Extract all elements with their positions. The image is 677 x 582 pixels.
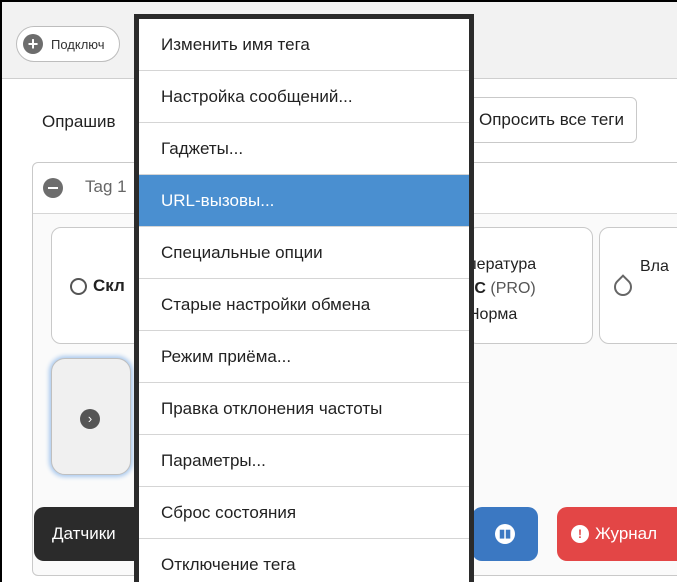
connect-label: Подключ [51,36,105,52]
temp-reading: °C (PRO) [468,280,536,298]
menu-item[interactable]: Режим приёма... [139,331,469,383]
temp-status: Норма [468,306,518,323]
card-humidity-label: Вла [640,258,669,275]
app-frame: + Подключ Опрашив ↻ Опросить все теги Ta… [0,0,677,582]
menu-item[interactable]: Правка отклонения частоты [139,383,469,435]
poll-all-label: Опросить все теги [479,110,624,129]
connect-button[interactable]: + Подключ [16,26,120,62]
chevron-right-icon: › [80,409,100,429]
poll-label: Опрашив [42,112,116,131]
menu-item[interactable]: Специальные опции [139,227,469,279]
menu-item[interactable]: Изменить имя тега [139,19,469,71]
card-storage-label: Скл [93,276,125,295]
menu-item[interactable]: Настройка сообщений... [139,71,469,123]
bar-chart-icon: ▮▮ [495,524,515,544]
tag-card-temperature[interactable]: пература °C (PRO) Норма [467,227,593,344]
menu-item[interactable]: Сброс состояния [139,487,469,539]
menu-item[interactable]: URL-вызовы... [139,175,469,227]
bubble-icon [70,277,87,295]
tag-title: Tag 1 [85,177,127,196]
chart-button[interactable]: ▮▮ [472,507,538,561]
temp-pro: (PRO) [490,280,536,297]
context-menu: Изменить имя тега Настройка сообщений... Г… [134,14,474,582]
journal-button[interactable]: ! Журнал [557,507,677,561]
plus-icon: + [23,34,43,54]
temp-title: пература [468,256,537,273]
minus-icon[interactable] [43,178,63,198]
drop-icon [610,274,636,300]
tag-card-humidity[interactable]: Вла [599,227,677,344]
menu-item[interactable]: Отключение тега [139,539,469,582]
menu-item[interactable]: Старые настройки обмена [139,279,469,331]
warning-icon: ! [571,525,589,543]
next-card-button[interactable]: › [51,358,131,475]
journal-label: Журнал [595,524,658,543]
menu-item[interactable]: Гаджеты... [139,123,469,175]
card-storage-label-group: Скл [70,276,125,296]
menu-item[interactable]: Параметры... [139,435,469,487]
